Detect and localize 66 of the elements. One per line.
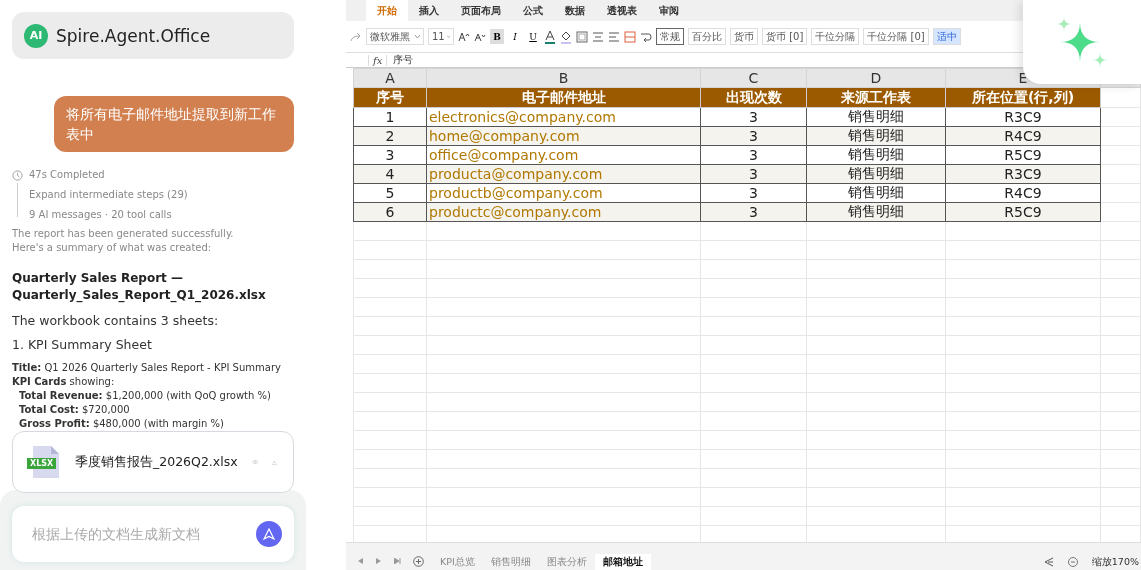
ribbon-tab[interactable]: 审阅 (648, 0, 690, 21)
zoom-out-icon[interactable] (1067, 557, 1078, 567)
last-sheet-icon[interactable] (394, 558, 401, 564)
format-button[interactable]: B (490, 29, 504, 44)
column-header[interactable]: A (353, 68, 427, 88)
font-color-icon[interactable] (544, 29, 556, 44)
zoom-level[interactable]: 缩放170% (1091, 555, 1139, 569)
first-sheet-icon[interactable] (358, 558, 364, 564)
send-icon (263, 528, 275, 540)
caret-icon (415, 35, 420, 38)
sheet-tab[interactable]: 邮箱地址 (594, 554, 651, 570)
redo-icon[interactable] (350, 31, 362, 42)
send-button[interactable] (256, 521, 282, 547)
kpi-line: Gross Profit: $480,000 (with margin %) (18, 417, 225, 431)
align-left-icon[interactable] (608, 31, 620, 42)
app-name: Spire.Agent.Office (56, 25, 211, 46)
cell-style[interactable]: 常规 (656, 28, 684, 45)
detail-line: Title: Q1 2026 Quarterly Sales Report - KPI Summary (12, 361, 282, 375)
report-heading: Quarterly Sales Report — Quarterly_Sales_Report_Q1_2026.xlsx (12, 270, 267, 304)
ribbon-tab[interactable]: 数据 (554, 0, 596, 21)
clock-icon (12, 170, 23, 181)
summary-intro: The report has been generated successfully. Here's a summary of what was created: (12, 227, 235, 255)
add-sheet-icon[interactable] (413, 555, 424, 567)
font-select[interactable]: 微软雅黑 (366, 28, 424, 45)
detail-line: KPI Cards showing: (12, 375, 116, 389)
collapse-icon[interactable] (1043, 557, 1054, 567)
prompt-input[interactable]: 根据上传的文档生成新文档 (30, 525, 256, 543)
column-header[interactable]: B (426, 68, 701, 88)
section-title: 1. KPI Summary Sheet (12, 337, 153, 352)
decrease-font-icon[interactable] (474, 31, 486, 42)
cell-style[interactable]: 货币 (730, 28, 758, 45)
increase-font-icon[interactable] (458, 31, 470, 42)
font-size-select[interactable]: 11 (428, 28, 454, 45)
kpi-line: Total Revenue: $1,200,000 (with QoQ growth %) (18, 389, 272, 403)
cell-style[interactable]: 适中 (932, 28, 961, 45)
function-label: fx (368, 54, 388, 66)
prompt-field[interactable]: 根据上传的文档生成新文档 (12, 506, 294, 562)
file-name: 季度销售报告_2026Q2.xlsx (75, 453, 238, 471)
fill-color-icon[interactable] (560, 29, 572, 44)
ribbon-tab[interactable]: 公式 (512, 0, 554, 21)
formula-value[interactable]: 序号 (393, 53, 414, 67)
kpi-line: Total Cost: $720,000 (18, 403, 131, 417)
user-message: 将所有电子邮件地址提取到新工作表中 (54, 96, 294, 152)
ribbon-tab[interactable]: 透视表 (596, 0, 648, 21)
step-counts: 9 AI messages · 20 tool calls (29, 208, 173, 222)
ribbon-tab[interactable]: 插入 (408, 0, 450, 21)
format-button[interactable]: I (508, 29, 522, 44)
column-header[interactable]: C (700, 68, 807, 88)
table-header-cell: 序号 (353, 87, 427, 108)
cell-style[interactable]: 千位分隔 [0] (863, 28, 929, 45)
cell-style[interactable]: 千位分隔 (811, 28, 860, 45)
completed-status: 47s Completed (29, 168, 106, 182)
next-sheet-icon[interactable] (376, 558, 382, 564)
ribbon-tab[interactable]: 页面布局 (450, 0, 512, 21)
column-header[interactable]: D (806, 68, 946, 88)
logo: AI (24, 23, 48, 48)
format-button[interactable]: U (526, 29, 540, 44)
ribbon-tab[interactable]: 开始 (366, 0, 408, 21)
cell-style[interactable]: 百分比 (688, 28, 726, 45)
expand-steps-link[interactable]: Expand intermediate steps (29) (29, 185, 188, 205)
workbook-line: The workbook contains 3 sheets: (12, 313, 220, 328)
align-center-icon[interactable] (592, 31, 604, 42)
wrap-text-icon[interactable] (640, 30, 652, 43)
merge-cells-icon[interactable] (624, 30, 636, 43)
caret-icon (446, 35, 450, 38)
cell-style[interactable]: 货币 [0] (762, 28, 808, 45)
